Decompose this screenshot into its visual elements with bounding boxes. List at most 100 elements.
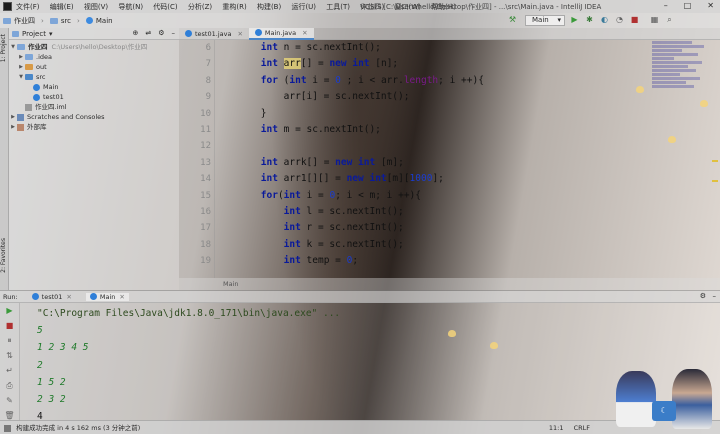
menu-build[interactable]: 构建(B) bbox=[257, 3, 281, 11]
tree-item-external-libraries[interactable]: ▶ 外部库 bbox=[9, 122, 179, 132]
menu-tools[interactable]: 工具(T) bbox=[326, 3, 350, 11]
minimize-icon[interactable]: – bbox=[664, 1, 668, 10]
console-output[interactable]: "C:\Program Files\Java\jdk1.8.0_171\bin\… bbox=[37, 305, 340, 425]
tab-main[interactable]: Main.java ✕ bbox=[248, 27, 314, 40]
menu-analyze[interactable]: 分析(Z) bbox=[188, 3, 212, 11]
line-number: 8 bbox=[205, 75, 211, 86]
breadcrumb-project[interactable]: 作业四 bbox=[3, 16, 35, 26]
tree-item-root[interactable]: ▼ 作业四 C:\Users\hello\Desktop\作业四 bbox=[9, 42, 179, 52]
collapse-arrow-icon[interactable]: ▶ bbox=[17, 52, 25, 62]
tree-item-idea[interactable]: ▶ .idea bbox=[9, 52, 179, 62]
chevron-right-icon: › bbox=[41, 16, 44, 25]
gear-icon[interactable]: ⚙ bbox=[158, 29, 164, 37]
menu-refactor[interactable]: 重构(R) bbox=[222, 3, 246, 11]
code-line[interactable]: for (int i = 0 ; i < arr.length; i ++){ bbox=[215, 73, 652, 89]
hide-icon[interactable]: – bbox=[713, 292, 717, 300]
code-line[interactable]: int n = sc.nextInt(); bbox=[215, 40, 652, 56]
run-tab-test01[interactable]: test01 ✕ bbox=[28, 293, 76, 301]
code-line[interactable]: } bbox=[215, 106, 652, 122]
restore-layout-icon[interactable]: ⇅ bbox=[0, 348, 19, 363]
run-tab-main[interactable]: Main ✕ bbox=[85, 292, 129, 301]
project-view-select[interactable]: Project bbox=[22, 30, 46, 38]
menu-edit[interactable]: 编辑(E) bbox=[50, 3, 74, 11]
code-line[interactable]: int arr[] = new int [n]; bbox=[215, 56, 652, 72]
code-line[interactable]: arr[i] = sc.nextInt(); bbox=[215, 89, 652, 105]
code-line[interactable]: int k = sc.nextInt(); bbox=[215, 237, 652, 253]
search-icon[interactable]: ⌕ bbox=[665, 15, 674, 24]
profile-icon[interactable]: ◔ bbox=[615, 15, 624, 24]
pin-icon[interactable]: ✎ bbox=[0, 393, 19, 408]
line-separator[interactable]: CRLF bbox=[574, 424, 590, 432]
project-tool-button[interactable]: 1: Project bbox=[0, 34, 7, 62]
build-hammer-icon[interactable]: ⚒ bbox=[508, 15, 517, 24]
collapse-arrow-icon[interactable]: ▶ bbox=[9, 112, 17, 122]
chevron-down-icon[interactable]: ▾ bbox=[49, 30, 53, 38]
console-line: "C:\Program Files\Java\jdk1.8.0_171\bin\… bbox=[37, 308, 341, 319]
pause-icon[interactable]: ⏸ bbox=[0, 333, 19, 348]
run-icon[interactable]: ▶ bbox=[570, 15, 579, 24]
console-line: 2 bbox=[37, 359, 43, 371]
window-controls: – □ ✕ bbox=[664, 1, 714, 10]
hide-icon[interactable]: – bbox=[172, 29, 176, 37]
widget-panel-icon[interactable]: ☾ bbox=[652, 401, 676, 421]
menu-run[interactable]: 运行(U) bbox=[291, 3, 316, 11]
close-icon[interactable]: ✕ bbox=[302, 29, 307, 37]
close-icon[interactable]: ✕ bbox=[119, 293, 124, 301]
code-line[interactable]: int arr1[][] = new int[m][1000]; bbox=[215, 171, 652, 187]
code-minimap[interactable] bbox=[652, 40, 712, 140]
editor-scrollbar[interactable] bbox=[712, 40, 720, 278]
collapse-icon[interactable]: ⇌ bbox=[145, 29, 151, 37]
menu-file[interactable]: 文件(F) bbox=[16, 3, 40, 11]
class-icon bbox=[31, 293, 39, 300]
tool-windows-icon[interactable] bbox=[4, 424, 11, 432]
tree-item-scratches[interactable]: ▶ Scratches and Consoles bbox=[9, 112, 179, 122]
maximize-icon[interactable]: □ bbox=[684, 1, 692, 10]
console-line: 1 2 3 4 5 bbox=[37, 342, 89, 354]
code-editor[interactable]: int n = sc.nextInt(); int arr[] = new in… bbox=[214, 40, 652, 278]
status-message[interactable]: 构建成功完成 in 4 s 162 ms (3 分钟之前) bbox=[16, 424, 140, 432]
soft-wrap-icon[interactable]: ↵ bbox=[0, 363, 19, 378]
code-line[interactable]: int arrk[] = new int [m]; bbox=[215, 155, 652, 171]
close-icon[interactable]: ✕ bbox=[707, 1, 714, 10]
code-line[interactable]: int l = sc.nextInt(); bbox=[215, 204, 652, 220]
print-icon[interactable]: ⎙ bbox=[0, 378, 19, 393]
code-line[interactable]: int r = sc.nextInt(); bbox=[215, 220, 652, 236]
tree-item-src[interactable]: ▼ src bbox=[9, 72, 179, 82]
tree-item-test01[interactable]: test01 bbox=[9, 92, 179, 102]
tab-test01[interactable]: test01.java ✕ bbox=[179, 28, 249, 40]
tree-item-out[interactable]: ▶ out bbox=[9, 62, 179, 72]
tree-item-main[interactable]: Main bbox=[9, 82, 179, 92]
stop-icon[interactable]: ■ bbox=[630, 15, 639, 24]
coverage-icon[interactable]: ◐ bbox=[600, 15, 609, 24]
debug-icon[interactable]: ✱ bbox=[585, 15, 594, 24]
stop-icon[interactable]: ■ bbox=[0, 318, 19, 333]
menu-code[interactable]: 代码(C) bbox=[153, 3, 177, 11]
code-line[interactable] bbox=[215, 138, 652, 154]
add-icon[interactable]: ⊕ bbox=[132, 29, 138, 37]
gear-icon[interactable]: ⚙ bbox=[700, 292, 706, 300]
editor-breadcrumb[interactable]: Main bbox=[179, 278, 720, 290]
code-line[interactable]: for(int i = 0; i < m; i ++){ bbox=[215, 188, 652, 204]
breadcrumb-src[interactable]: src bbox=[49, 17, 71, 25]
tree-item-iml[interactable]: 作业四.iml bbox=[9, 102, 179, 112]
run-panel-header: Run: test01 ✕ Main ✕ ⚙ – bbox=[0, 291, 720, 303]
project-structure-icon[interactable]: ▦ bbox=[650, 15, 659, 24]
run-config-select[interactable]: Main ▾ bbox=[525, 15, 565, 26]
favorites-tool-button[interactable]: 2: Favorites bbox=[0, 238, 7, 273]
collapse-arrow-icon[interactable]: ▶ bbox=[17, 62, 25, 72]
breadcrumb-main[interactable]: Main bbox=[85, 17, 113, 25]
menu-view[interactable]: 视图(V) bbox=[84, 3, 108, 11]
code-line[interactable]: int m = sc.nextInt(); bbox=[215, 122, 652, 138]
project-panel-header: Project ▾ ⊕ ⇌ ⚙ – bbox=[9, 28, 179, 40]
menu-navigate[interactable]: 导航(N) bbox=[118, 3, 143, 11]
expand-arrow-icon[interactable]: ▼ bbox=[9, 42, 17, 52]
heart-decoration-icon bbox=[448, 330, 456, 337]
desktop-pet-widget[interactable]: ☾ bbox=[610, 365, 720, 434]
code-line[interactable]: int temp = 0; bbox=[215, 253, 652, 269]
close-icon[interactable]: ✕ bbox=[66, 293, 71, 301]
expand-arrow-icon[interactable]: ▼ bbox=[17, 72, 25, 82]
caret-position[interactable]: 11:1 bbox=[549, 424, 564, 432]
close-icon[interactable]: ✕ bbox=[237, 30, 242, 38]
rerun-icon[interactable]: ▶ bbox=[0, 303, 19, 318]
collapse-arrow-icon[interactable]: ▶ bbox=[9, 122, 17, 132]
